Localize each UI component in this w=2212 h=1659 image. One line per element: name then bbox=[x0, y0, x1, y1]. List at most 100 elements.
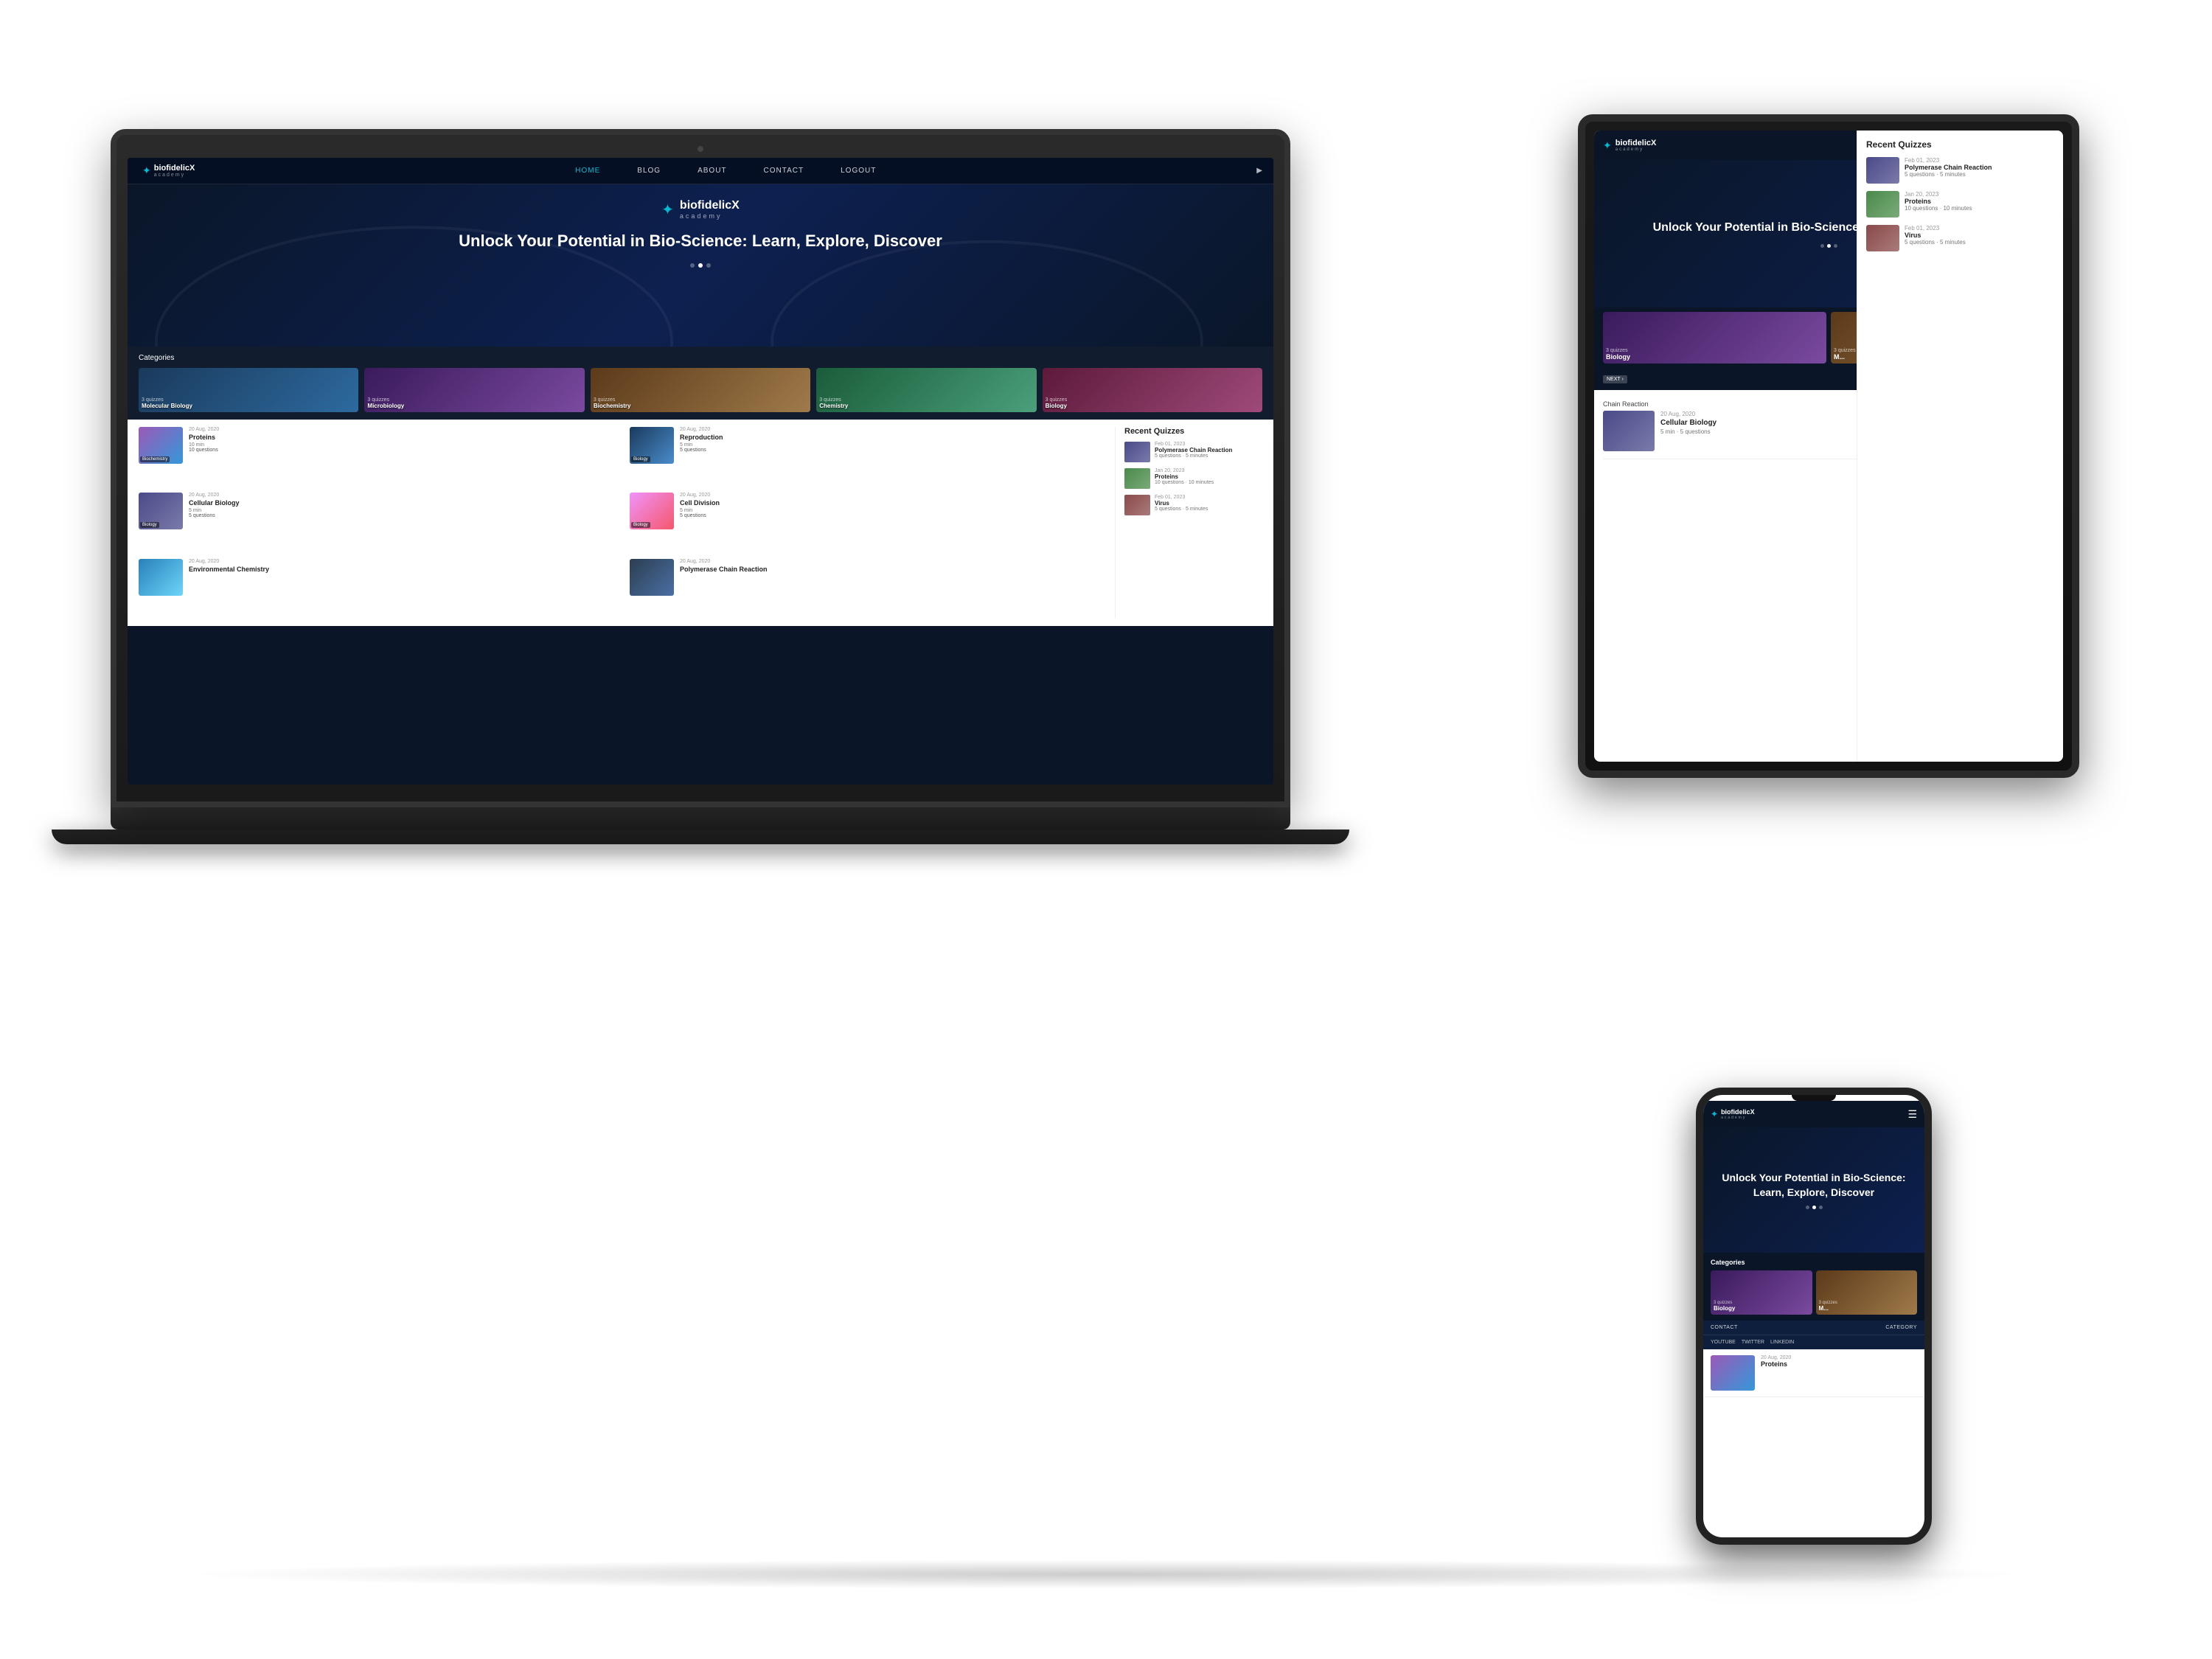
laptop-art-0-title: Proteins bbox=[189, 434, 624, 441]
laptop-recent-1[interactable]: Jan 20, 2023 Proteins 10 questions · 10 … bbox=[1124, 468, 1262, 489]
laptop-article-cell[interactable]: Biology 20 Aug, 2020 Cell Division 5 min… bbox=[630, 493, 1115, 552]
tablet-brand-name: biofidelicX bbox=[1615, 139, 1657, 147]
tablet-brand-sub: academy bbox=[1615, 147, 1657, 152]
tablet-rinfo-2-name: Virus bbox=[1905, 232, 1966, 239]
laptop-cat-1[interactable]: 3 quizzes Microbiology bbox=[364, 368, 584, 412]
phone-art-0-img bbox=[1711, 1355, 1755, 1391]
phone-social-linkedin[interactable]: LINKEDIN bbox=[1770, 1340, 1794, 1345]
laptop-art-1-tag: 5 questions bbox=[680, 448, 1115, 453]
laptop-art-1-title: Reproduction bbox=[680, 434, 1115, 441]
tablet-recent-1[interactable]: Jan 20, 2023 Proteins 10 questions · 10 … bbox=[1866, 191, 2054, 218]
laptop-nav-about[interactable]: ABOUT bbox=[698, 167, 726, 175]
laptop-recent-0-name: Polymerase Chain Reaction bbox=[1155, 447, 1232, 453]
laptop-cat-4-quizzes: 3 quizzes bbox=[1046, 397, 1068, 403]
tablet-hero-dots bbox=[1820, 244, 1837, 248]
scene-shadow bbox=[177, 1559, 2035, 1589]
laptop-recent-quizzes: Recent Quizzes Feb 01, 2023 Polymerase C… bbox=[1115, 427, 1262, 619]
phone-shell: ✦ biofidelicX academy ☰ Unlock Your Pote… bbox=[1696, 1088, 1932, 1545]
phone-dot-2[interactable] bbox=[1812, 1206, 1816, 1209]
laptop-categories-grid: 3 quizzes Molecular Biology 3 quizzes Mi… bbox=[139, 368, 1262, 412]
laptop-art-cell-title: Cell Division bbox=[680, 499, 1115, 507]
laptop-art-0-meta: 10 min bbox=[189, 442, 624, 448]
laptop-cat-2[interactable]: 3 quizzes Biochemistry bbox=[591, 368, 810, 412]
phone-art-0-title: Proteins bbox=[1761, 1360, 1791, 1368]
tablet-dot-1[interactable] bbox=[1820, 244, 1824, 248]
phone-cat-0[interactable]: 3 quizzes Biology bbox=[1711, 1270, 1812, 1315]
laptop-article-0[interactable]: Biochemistry 20 Aug, 2020 Proteins 10 mi… bbox=[139, 427, 624, 487]
laptop-art-env-date: 20 Aug, 2020 bbox=[189, 559, 624, 564]
laptop-dot-2[interactable] bbox=[698, 263, 703, 268]
tablet-cellular-info: 20 Aug, 2020 Cellular Biology 5 min · 5 … bbox=[1660, 411, 1717, 435]
laptop-recent-2-name: Virus bbox=[1155, 500, 1208, 507]
phone-dot-1[interactable] bbox=[1806, 1206, 1809, 1209]
tablet-logo-icon: ✦ bbox=[1603, 139, 1612, 152]
laptop-dot-3[interactable] bbox=[706, 263, 711, 268]
tablet-shell: ✦ biofidelicX academy CONTACT CATEGORY bbox=[1578, 114, 2079, 778]
phone-article-0[interactable]: 20 Aug, 2020 Proteins bbox=[1703, 1349, 1924, 1397]
laptop-art-env-title: Environmental Chemistry bbox=[189, 566, 624, 573]
laptop-recent-0-img bbox=[1124, 442, 1150, 462]
laptop-cat-4[interactable]: 3 quizzes Biology bbox=[1043, 368, 1262, 412]
laptop-art-cellular-cat: Biology bbox=[140, 522, 159, 528]
laptop-dot-1[interactable] bbox=[690, 263, 695, 268]
laptop-art-1-cat: Biology bbox=[631, 456, 650, 462]
phone-hero: Unlock Your Potential in Bio-Science: Le… bbox=[1703, 1127, 1924, 1253]
laptop-art-cellular-title: Cellular Biology bbox=[189, 499, 624, 507]
laptop-brand-sub: academy bbox=[154, 173, 195, 178]
tablet-rinfo-2-date: Feb 01, 2023 bbox=[1905, 225, 1966, 232]
laptop-base bbox=[111, 807, 1290, 830]
tablet-dot-3[interactable] bbox=[1834, 244, 1837, 248]
tablet-device: ✦ biofidelicX academy CONTACT CATEGORY bbox=[1578, 114, 2079, 778]
laptop-art-cell-img: Biology bbox=[630, 493, 674, 529]
laptop-art-cellular-meta: 5 min bbox=[189, 508, 624, 513]
laptop-hero-brand-name: biofidelicX bbox=[680, 199, 740, 212]
laptop-recent-2-img bbox=[1124, 495, 1150, 515]
phone-cat-1[interactable]: 3 quizzes M... bbox=[1816, 1270, 1918, 1315]
laptop-art-0-info: 20 Aug, 2020 Proteins 10 min 10 question… bbox=[189, 427, 624, 453]
laptop-recent-2[interactable]: Feb 01, 2023 Virus 5 questions · 5 minut… bbox=[1124, 495, 1262, 515]
phone-device: ✦ biofidelicX academy ☰ Unlock Your Pote… bbox=[1696, 1088, 1932, 1545]
phone-cat-row: 3 quizzes Biology 3 quizzes M... bbox=[1711, 1270, 1917, 1315]
laptop-recent-0[interactable]: Feb 01, 2023 Polymerase Chain Reaction 5… bbox=[1124, 442, 1262, 462]
phone-art-0-date: 20 Aug, 2020 bbox=[1761, 1355, 1791, 1360]
laptop-nav-blog[interactable]: BLOG bbox=[637, 167, 661, 175]
tablet-recent-panel: Recent Quizzes Feb 01, 2023 Polymerase C… bbox=[1857, 131, 2063, 762]
laptop-article-cellular[interactable]: Biology 20 Aug, 2020 Cellular Biology 5 … bbox=[139, 493, 624, 552]
phone-social-twitter[interactable]: TWITTER bbox=[1742, 1340, 1764, 1345]
phone-hero-dots bbox=[1806, 1206, 1823, 1209]
tablet-rinfo-0-name: Polymerase Chain Reaction bbox=[1905, 164, 1992, 171]
laptop-art-1-date: 20 Aug, 2020 bbox=[680, 427, 1115, 432]
tablet-rimg-2 bbox=[1866, 225, 1899, 251]
laptop-cat-0[interactable]: 3 quizzes Molecular Biology bbox=[139, 368, 358, 412]
laptop-recent-1-meta: 10 questions · 10 minutes bbox=[1155, 480, 1214, 485]
phone-hamburger-icon[interactable]: ☰ bbox=[1907, 1108, 1917, 1121]
phone-dot-3[interactable] bbox=[1819, 1206, 1823, 1209]
laptop-cat-4-name: Biology bbox=[1046, 403, 1068, 409]
laptop-cat-3-name: Chemistry bbox=[819, 403, 848, 409]
laptop-art-cellular-info: 20 Aug, 2020 Cellular Biology 5 min 5 qu… bbox=[189, 493, 624, 518]
laptop-recent-0-info: Feb 01, 2023 Polymerase Chain Reaction 5… bbox=[1155, 442, 1232, 459]
laptop-art-cellular-img: Biology bbox=[139, 493, 183, 529]
tablet-dot-2[interactable] bbox=[1827, 244, 1831, 248]
laptop-art-poly-img bbox=[630, 559, 674, 596]
laptop-article-env[interactable]: 20 Aug, 2020 Environmental Chemistry bbox=[139, 559, 624, 619]
laptop-categories-label: Categories bbox=[139, 354, 1262, 362]
tablet-cat-0[interactable]: 3 quizzes Biology bbox=[1603, 312, 1826, 364]
tablet-rinfo-2: Feb 01, 2023 Virus 5 questions · 5 minut… bbox=[1905, 225, 1966, 251]
laptop-recent-2-meta: 5 questions · 5 minutes bbox=[1155, 507, 1208, 512]
laptop-nav-home[interactable]: HOME bbox=[575, 167, 600, 175]
phone-art-0-info: 20 Aug, 2020 Proteins bbox=[1761, 1355, 1791, 1391]
laptop-nav-logout[interactable]: LOGOUT bbox=[841, 167, 876, 175]
laptop-nav-contact[interactable]: CONTACT bbox=[764, 167, 804, 175]
tablet-recent-2[interactable]: Feb 01, 2023 Virus 5 questions · 5 minut… bbox=[1866, 225, 2054, 251]
laptop-art-0-date: 20 Aug, 2020 bbox=[189, 427, 624, 432]
phone-categories: Categories 3 quizzes Biology 3 quizzes M… bbox=[1703, 1253, 1924, 1321]
laptop-article-poly[interactable]: 20 Aug, 2020 Polymerase Chain Reaction bbox=[630, 559, 1115, 619]
tablet-recent-0[interactable]: Feb 01, 2023 Polymerase Chain Reaction 5… bbox=[1866, 157, 2054, 184]
phone-bnav-category[interactable]: CATEGORY bbox=[1885, 1325, 1917, 1330]
tablet-next-btn[interactable]: NEXT › bbox=[1603, 375, 1627, 383]
laptop-article-1[interactable]: Biology 20 Aug, 2020 Reproduction 5 min … bbox=[630, 427, 1115, 487]
laptop-cat-3[interactable]: 3 quizzes Chemistry bbox=[816, 368, 1036, 412]
phone-bnav-contact[interactable]: CONTACT bbox=[1711, 1325, 1738, 1330]
phone-social-youtube[interactable]: YOUTUBE bbox=[1711, 1340, 1736, 1345]
